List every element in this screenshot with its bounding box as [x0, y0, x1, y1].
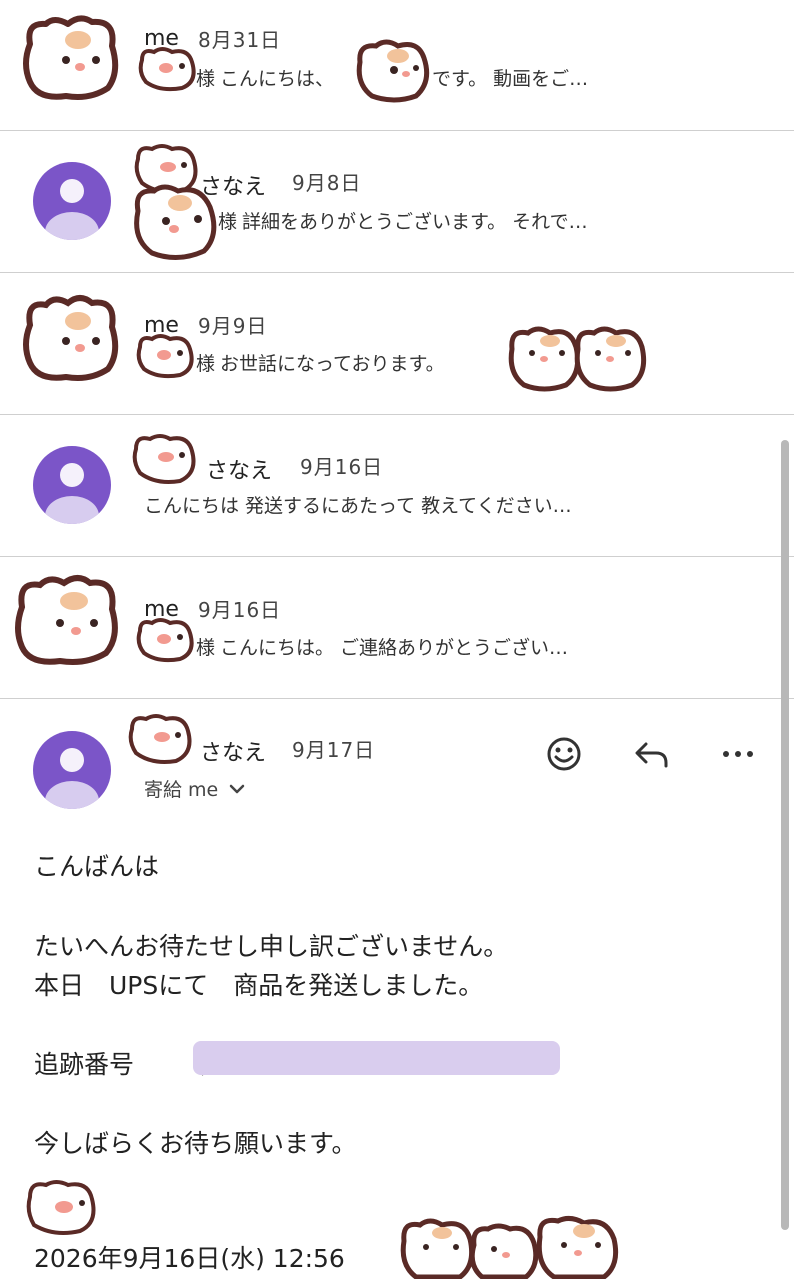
cat-sticker [128, 714, 192, 764]
avatar [33, 731, 111, 809]
snippet-prefix: 様 [196, 637, 216, 659]
message-date: 9月16日 [198, 598, 282, 622]
snippet-prefix: 様 [196, 353, 216, 375]
message-date: 9月17日 [292, 738, 376, 762]
message-expanded: さなえ 9月17日 寄給 me こんばんは たいへんお待たせし申し訳ございません… [0, 699, 794, 1279]
more-icon[interactable] [718, 734, 758, 774]
message-snippet: お世話になっております。 [220, 353, 445, 375]
cat-sticker [400, 1215, 619, 1279]
cat-sticker [508, 326, 647, 392]
snippet-prefix: 様 [218, 211, 238, 233]
body-line: たいへんお待たせし申し訳ございません。 [34, 932, 509, 961]
scrollbar[interactable] [781, 440, 789, 1230]
sent-timestamp: 2026年9月16日(水) 12:56 [34, 1244, 345, 1273]
reply-icon[interactable] [632, 734, 672, 774]
sender-name: さなえ [200, 741, 267, 766]
body-line: 本日 UPSにて 商品を発送しました。 [34, 971, 484, 1000]
recipients-toggle[interactable]: 寄給 me [144, 775, 246, 802]
cat-sticker [356, 39, 430, 103]
cat-sticker [15, 575, 118, 665]
cat-sticker [138, 47, 196, 92]
message-date: 9月8日 [292, 171, 362, 195]
chevron-down-icon [230, 784, 245, 793]
cat-sticker [132, 434, 196, 484]
message-snippet: こんにちは。 ご連絡ありがとうござい… [220, 637, 569, 659]
message-snippet-tail: です。 動画をご… [432, 68, 589, 90]
cat-sticker [134, 184, 217, 260]
snippet-prefix: 様 [196, 68, 216, 90]
message-snippet: 詳細をありがとうございます。 それで… [242, 211, 588, 233]
body-greeting: こんばんは [34, 852, 160, 881]
message-collapsed[interactable]: さなえ 9月16日 こんにちは 発送するにあたって 教えてください… [0, 415, 794, 557]
message-date: 8月31日 [198, 28, 282, 52]
cat-sticker [136, 334, 194, 379]
cat-sticker [136, 618, 194, 663]
message-snippet: こんにちは 発送するにあたって 教えてください… [144, 495, 572, 517]
recipients-label: 寄給 me [144, 779, 219, 801]
message-collapsed[interactable]: me 9月9日 様 お世話になっております。 [0, 273, 794, 415]
message-date: 9月16日 [300, 455, 384, 479]
message-date: 9月9日 [198, 314, 268, 338]
cat-sticker [23, 15, 119, 100]
sender-name: さなえ [206, 459, 273, 484]
message-collapsed[interactable]: さなえ 9月8日 様 詳細をありがとうございます。 それで… [0, 131, 794, 273]
message-collapsed[interactable]: me 8月31日 様 こんにちは、 です。 動画をご… [0, 0, 794, 131]
email-thread: me 8月31日 様 こんにちは、 です。 動画をご… さなえ 9月8日 様 詳… [0, 0, 794, 1279]
tracking-number-redacted [193, 1041, 560, 1075]
cat-sticker [26, 1180, 96, 1235]
avatar [33, 162, 111, 240]
smiley-icon[interactable] [544, 734, 584, 774]
cat-sticker [23, 295, 119, 381]
message-collapsed[interactable]: me 9月16日 様 こんにちは。 ご連絡ありがとうござい… [0, 557, 794, 699]
body-closing: 今しばらくお待ち願います。 [34, 1129, 357, 1158]
message-snippet: こんにちは、 [220, 68, 335, 90]
avatar [33, 446, 111, 524]
tracking-label: 追跡番号 [34, 1050, 135, 1079]
